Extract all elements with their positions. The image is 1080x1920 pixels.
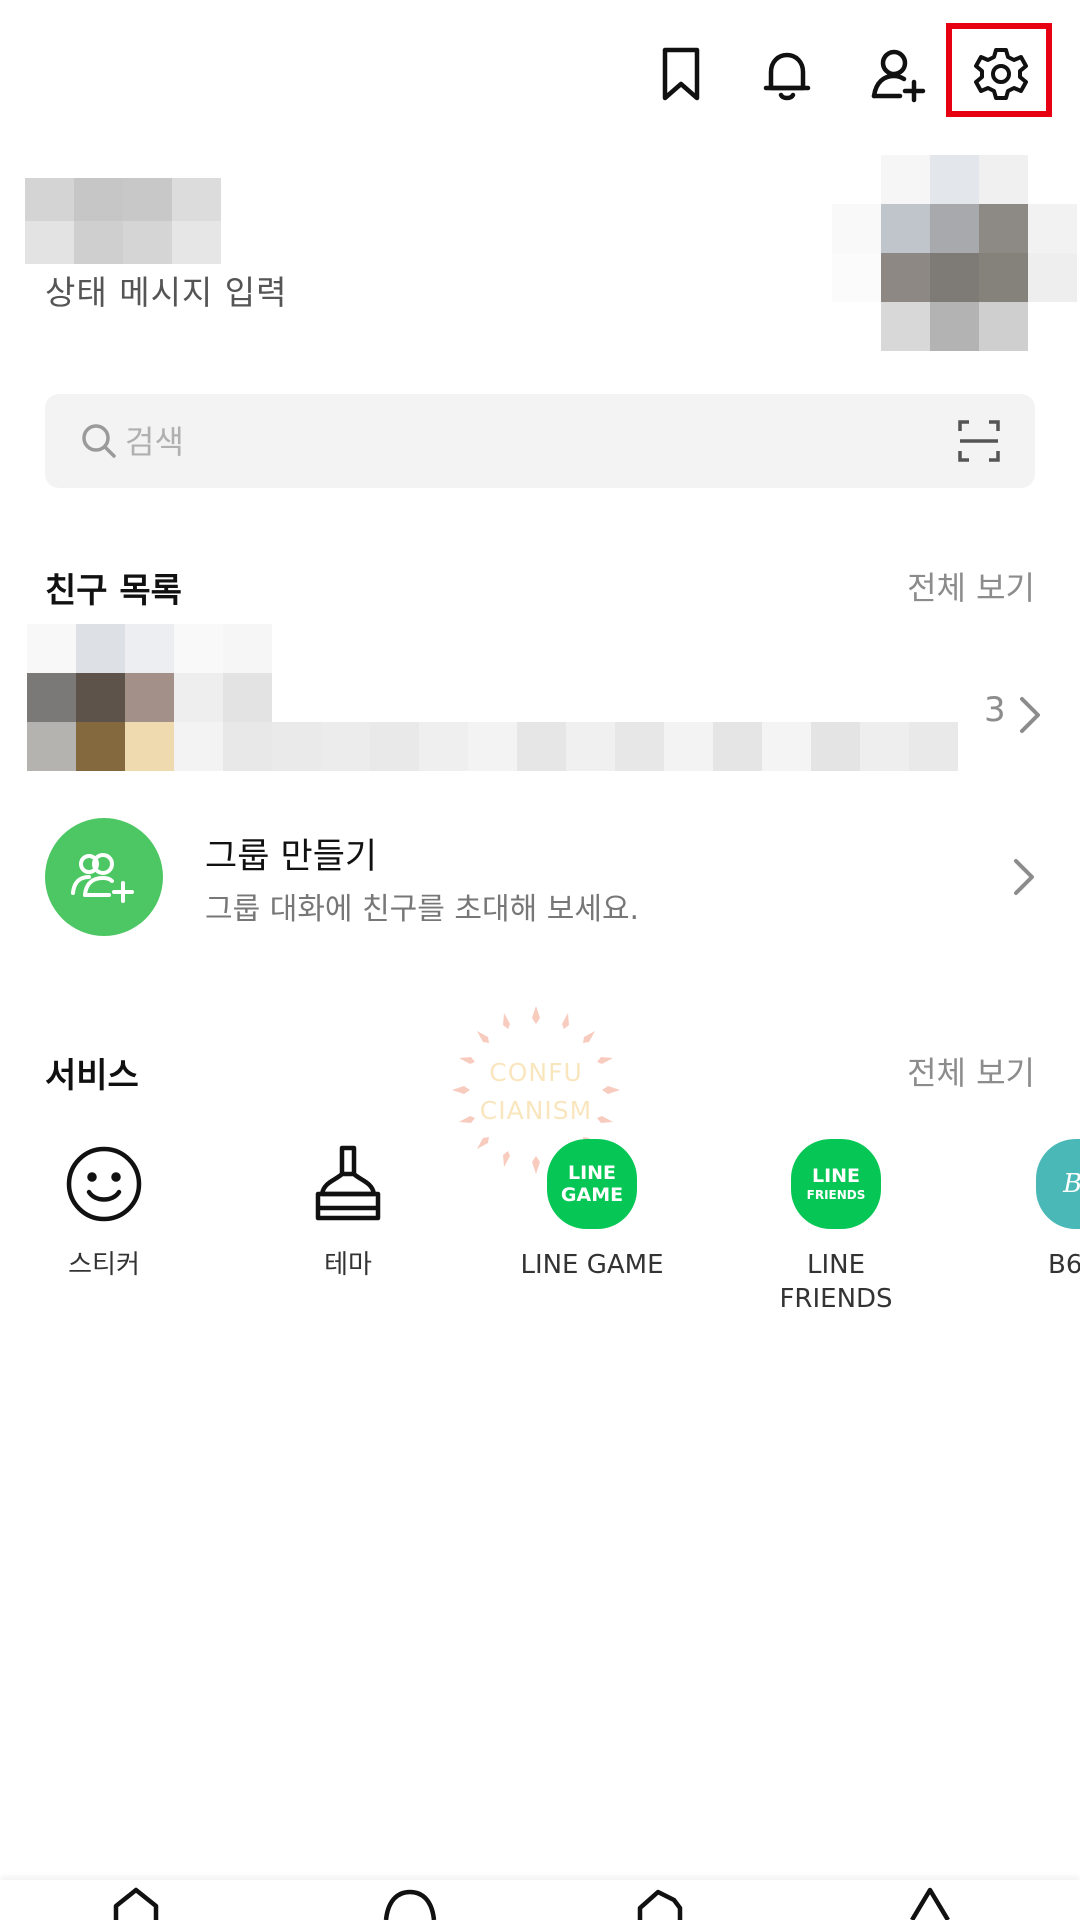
group-avatar [45,818,163,936]
service-item-line-friends[interactable]: LINE FRIENDS LINE FRIENDS [736,1138,936,1316]
service-item-theme[interactable]: 테마 [248,1138,448,1282]
line-friends-icon: LINE FRIENDS [790,1138,882,1230]
service-item-b612[interactable]: B6 B6 [980,1138,1080,1282]
badge-text: B6 [1036,1139,1080,1229]
status-message[interactable]: 상태 메시지 입력 [45,266,288,314]
watermark-text-line1: CONFU [489,1058,583,1087]
profile-name-blurred [25,178,221,264]
bell-icon[interactable] [753,40,821,108]
add-friend-icon[interactable] [864,40,932,108]
search-icon [82,424,116,458]
brush-icon [302,1138,394,1230]
news-icon[interactable] [900,1886,960,1920]
search-input[interactable]: 검색 [125,417,184,463]
create-group-description: 그룹 대화에 친구를 초대해 보세요. [205,892,640,927]
service-label: B6 [1048,1250,1080,1280]
search-bar[interactable]: 검색 [45,394,1035,488]
service-label: LINE FRIENDS [779,1250,893,1314]
chevron-right-icon [1020,697,1040,733]
bookmark-icon[interactable] [647,40,715,108]
chat-icon[interactable] [380,1886,440,1920]
badge-text: LINE [811,1165,861,1187]
friend-avatars-blurred [27,624,272,771]
profile-avatar[interactable] [832,155,1077,351]
wallet-icon[interactable] [630,1886,690,1920]
create-group-title: 그룹 만들기 [205,837,378,877]
settings-highlight-box [946,23,1052,117]
services-section-title: 서비스 [45,1056,139,1096]
service-item-sticker[interactable]: 스티커 [4,1138,204,1282]
bottom-navigation [0,1880,1080,1920]
chevron-right-icon [1014,859,1034,895]
service-label: 스티커 [68,1250,140,1280]
watermark-text-line2: CIANISM [479,1096,593,1125]
badge-text: LINE [567,1162,617,1184]
screen: 상태 메시지 입력 검색 친구 목록 전체 보기 3 그룹 만들기 그룹 대화에… [0,0,1080,1920]
qr-scan-icon[interactable] [957,419,1001,463]
friend-count: 3 [984,690,1006,730]
service-label: LINE GAME [520,1250,664,1280]
add-group-icon [71,853,134,903]
friend-list-row[interactable]: 3 [0,620,1080,780]
badge-text: FRIENDS [806,1188,866,1202]
services-view-all-link[interactable]: 전체 보기 [907,1048,1035,1094]
smiley-icon [58,1138,150,1230]
friends-view-all-link[interactable]: 전체 보기 [907,563,1035,609]
friends-section-title: 친구 목록 [45,571,182,611]
create-group-row[interactable]: 그룹 만들기 그룹 대화에 친구를 초대해 보세요. [0,800,1080,960]
home-icon[interactable] [106,1886,166,1920]
service-item-line-game[interactable]: LINE GAME LINE GAME [492,1138,692,1282]
line-game-icon: LINE GAME [546,1138,638,1230]
badge-text: GAME [560,1184,624,1206]
b612-icon: B6 [1036,1138,1080,1230]
service-label: 테마 [324,1250,372,1280]
friend-names-blurred [272,722,958,771]
